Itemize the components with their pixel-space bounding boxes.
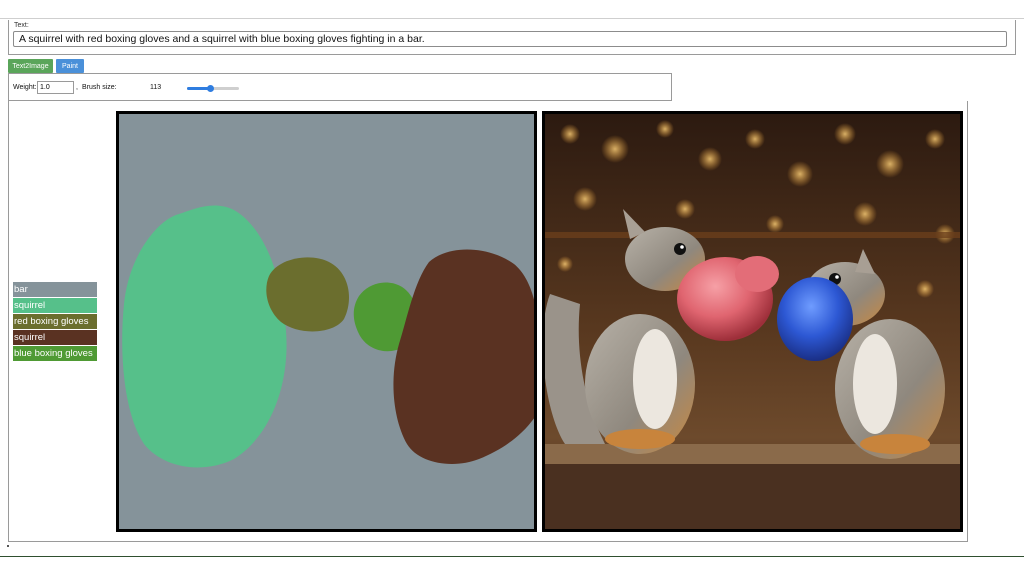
stray-dot xyxy=(7,545,9,547)
legend-item-bar[interactable]: bar xyxy=(13,282,97,297)
top-divider xyxy=(0,18,1024,19)
separator: , xyxy=(76,84,78,91)
generated-image-art xyxy=(545,120,960,529)
prompt-panel: Text: xyxy=(8,20,1016,55)
generated-image xyxy=(542,111,963,532)
region-squirrel-left xyxy=(122,205,287,468)
legend-item-blue-boxing-gloves[interactable]: blue boxing gloves xyxy=(13,346,97,361)
brush-size-slider[interactable] xyxy=(187,85,239,92)
legend-item-red-boxing-gloves[interactable]: red boxing gloves xyxy=(13,314,97,329)
slider-thumb[interactable] xyxy=(206,85,214,92)
paint-controls: Weight: , Brush size: 113 xyxy=(8,73,672,101)
left-squirrel xyxy=(545,209,705,454)
region-squirrel-right xyxy=(393,249,534,464)
prompt-label: Text: xyxy=(14,22,29,29)
paint-canvas[interactable] xyxy=(116,111,537,532)
color-legend: bar squirrel red boxing gloves squirrel … xyxy=(13,282,97,362)
paint-regions xyxy=(122,205,534,468)
legend-item-squirrel[interactable]: squirrel xyxy=(13,298,97,313)
legend-item-squirrel-2[interactable]: squirrel xyxy=(13,330,97,345)
tab-text2image[interactable]: Text2Image xyxy=(8,59,53,73)
brush-size-label: Brush size: xyxy=(82,84,117,91)
prompt-input[interactable] xyxy=(13,31,1007,47)
weight-label: Weight: xyxy=(13,84,37,91)
tab-paint[interactable]: Paint xyxy=(56,59,84,73)
bottom-divider xyxy=(0,556,1024,557)
weight-input[interactable] xyxy=(37,81,74,94)
brush-size-value: 113 xyxy=(150,84,162,91)
blue-boxing-glove xyxy=(777,277,853,361)
